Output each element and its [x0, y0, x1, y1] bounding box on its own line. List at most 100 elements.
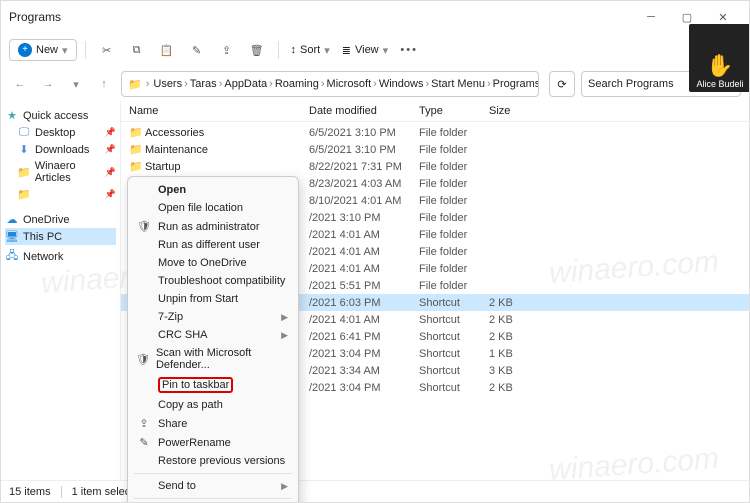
pin-icon: 📌	[105, 167, 116, 178]
sidebar-item-desktop[interactable]: 🖵Desktop📌	[5, 124, 116, 141]
breadcrumb-segment[interactable]: Microsoft	[327, 78, 372, 90]
menu-item[interactable]: Open file location	[128, 199, 298, 217]
breadcrumb-segment[interactable]: Taras	[190, 78, 217, 90]
folder-icon: 📁	[128, 78, 142, 91]
up-button[interactable]: ↑	[93, 73, 115, 95]
menu-item-label: Scan with Microsoft Defender...	[156, 347, 288, 371]
new-button[interactable]: + New ▾	[9, 39, 77, 61]
file-date: /2021 3:04 PM	[309, 348, 419, 360]
downloads-icon: ⬇	[17, 143, 31, 156]
menu-item[interactable]: Copy as path	[128, 396, 298, 414]
view-button[interactable]: ≣ View ▾	[338, 44, 392, 57]
status-item-count: 15 items	[9, 486, 51, 498]
copy-button[interactable]: ⧉	[124, 37, 150, 63]
sidebar-this-pc[interactable]: 🖥This PC	[5, 228, 116, 245]
menu-item[interactable]: Open	[128, 181, 298, 199]
column-type[interactable]: Type	[419, 105, 489, 117]
file-size: 2 KB	[489, 331, 549, 343]
column-date[interactable]: Date modified	[309, 105, 419, 117]
sidebar-network[interactable]: 🖧Network	[5, 245, 116, 268]
chevron-down-icon: ▾	[324, 44, 330, 57]
pin-icon: 📌	[105, 144, 116, 155]
file-row[interactable]: 📁Startup8/22/2021 7:31 PMFile folder	[121, 158, 749, 175]
menu-item-label: Move to OneDrive	[158, 257, 247, 269]
column-name[interactable]: Name	[129, 105, 309, 117]
menu-item-label: 7-Zip	[158, 311, 183, 323]
menu-item[interactable]: Run as different user	[128, 236, 298, 254]
menu-item[interactable]: Unpin from Start	[128, 290, 298, 308]
menu-item[interactable]: Pin to taskbar	[128, 374, 298, 396]
view-icon: ≣	[342, 44, 351, 57]
breadcrumb-segment[interactable]: Users	[153, 78, 182, 90]
file-date: /2021 6:03 PM	[309, 297, 419, 309]
menu-item[interactable]: ✎PowerRename	[128, 433, 298, 452]
file-date: /2021 3:10 PM	[309, 212, 419, 224]
file-size: 3 KB	[489, 365, 549, 377]
forward-button[interactable]: →	[37, 73, 59, 95]
video-call-thumbnail[interactable]: ✋ Alice Budeli	[689, 24, 750, 92]
sidebar-item-folder[interactable]: 📁📌	[5, 186, 116, 203]
chevron-right-icon: ›	[144, 78, 152, 90]
sidebar-item-winaero[interactable]: 📁Winaero Articles📌	[5, 158, 116, 186]
rename-button[interactable]: ✎	[184, 37, 210, 63]
file-type: File folder	[419, 144, 489, 156]
sort-button[interactable]: ↕ Sort ▾	[287, 44, 334, 57]
share-button[interactable]: ⇪	[214, 37, 240, 63]
column-headers[interactable]: Name Date modified Type Size	[121, 101, 749, 122]
menu-item[interactable]: Send to▶	[128, 477, 298, 495]
file-type: File folder	[419, 229, 489, 241]
breadcrumb-segment[interactable]: AppData	[224, 78, 267, 90]
body: ★ Quick access 🖵Desktop📌 ⬇Downloads📌 📁Wi…	[1, 101, 749, 480]
back-button[interactable]: ←	[9, 73, 31, 95]
file-type: File folder	[419, 263, 489, 275]
more-button[interactable]: •••	[396, 37, 422, 63]
sidebar-item-downloads[interactable]: ⬇Downloads📌	[5, 141, 116, 158]
breadcrumb-segment[interactable]: Windows	[379, 78, 424, 90]
search-placeholder: Search Programs	[588, 78, 674, 90]
menu-item-label: Copy as path	[158, 399, 223, 411]
file-type: File folder	[419, 195, 489, 207]
sort-icon: ↕	[291, 44, 297, 56]
menu-item[interactable]: Troubleshoot compatibility	[128, 272, 298, 290]
file-row[interactable]: 📁Maintenance6/5/2021 3:10 PMFile folder	[121, 141, 749, 158]
menu-separator	[134, 473, 292, 474]
file-name: Maintenance	[145, 144, 309, 156]
menu-item[interactable]: 🛡Scan with Microsoft Defender...	[128, 344, 298, 374]
delete-button[interactable]: 🗑	[244, 37, 270, 63]
folder-icon: 📁	[129, 160, 145, 173]
titlebar: Programs ─ ▢ ✕	[1, 1, 749, 33]
breadcrumb-segment[interactable]: Roaming	[275, 78, 319, 90]
menu-item[interactable]: CRC SHA▶	[128, 326, 298, 344]
file-type: Shortcut	[419, 331, 489, 343]
video-caller-name: Alice Budeli	[696, 79, 743, 89]
menu-item[interactable]: 7-Zip▶	[128, 308, 298, 326]
menu-item[interactable]: Restore previous versions	[128, 452, 298, 470]
file-date: /2021 3:34 AM	[309, 365, 419, 377]
chevron-down-icon[interactable]: ▾	[65, 73, 87, 95]
file-date: /2021 4:01 AM	[309, 246, 419, 258]
file-date: 8/23/2021 4:03 AM	[309, 178, 419, 190]
sidebar-onedrive[interactable]: ☁OneDrive	[5, 211, 116, 228]
menu-item[interactable]: Move to OneDrive	[128, 254, 298, 272]
file-date: 8/10/2021 4:01 AM	[309, 195, 419, 207]
pin-icon: 📌	[105, 127, 116, 138]
refresh-button[interactable]: ⟳	[549, 71, 575, 97]
column-size[interactable]: Size	[489, 105, 549, 117]
file-size: 2 KB	[489, 314, 549, 326]
menu-item[interactable]: 🛡Run as administrator	[128, 217, 298, 236]
sidebar-quick-access[interactable]: ★ Quick access	[5, 107, 116, 124]
file-date: /2021 5:51 PM	[309, 280, 419, 292]
file-row[interactable]: 📁Accessories6/5/2021 3:10 PMFile folder	[121, 124, 749, 141]
paste-button[interactable]: 📋	[154, 37, 180, 63]
new-label: New	[36, 44, 58, 56]
minimize-button[interactable]: ─	[633, 3, 669, 31]
breadcrumb-segment[interactable]: Start Menu	[431, 78, 485, 90]
breadcrumb-segment[interactable]: Programs	[493, 78, 539, 90]
file-name: Accessories	[145, 127, 309, 139]
address-bar[interactable]: 📁 › Users›Taras›AppData›Roaming›Microsof…	[121, 71, 539, 97]
menu-item[interactable]: ⇪Share	[128, 414, 298, 433]
quick-access-label: Quick access	[23, 110, 88, 122]
cut-button[interactable]: ✂	[94, 37, 120, 63]
menu-separator	[134, 498, 292, 499]
menu-item-label: Send to	[158, 480, 196, 492]
